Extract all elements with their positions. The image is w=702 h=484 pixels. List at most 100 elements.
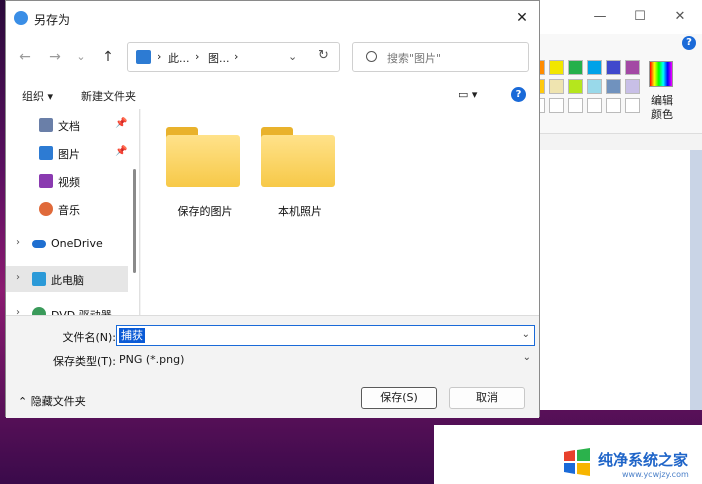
chevron-right-icon[interactable]: › xyxy=(16,307,20,315)
filename-value[interactable]: 捕获 xyxy=(119,328,145,343)
sidebar-item-label: 音乐 xyxy=(58,204,80,217)
color-swatch[interactable] xyxy=(587,98,602,113)
paint-canvas[interactable] xyxy=(530,150,690,410)
sidebar-item-label: 此电脑 xyxy=(51,274,84,287)
color-swatch[interactable] xyxy=(625,79,640,94)
command-toolbar: 组织 ▾ 新建文件夹 ▭ ▾ ? xyxy=(6,79,539,109)
color-swatch[interactable] xyxy=(587,60,602,75)
sidebar-item-onedrive[interactable]: › OneDrive xyxy=(6,231,128,257)
pictures-icon xyxy=(39,146,53,160)
color-swatch[interactable] xyxy=(606,79,621,94)
color-swatch[interactable] xyxy=(587,79,602,94)
address-bar[interactable]: › 此... › 图... › ⌄ ↻ xyxy=(127,42,340,72)
new-folder-button[interactable]: 新建文件夹 xyxy=(81,88,136,104)
filetype-select[interactable]: PNG (*.png) ⌄ xyxy=(116,349,535,370)
save-options-panel: 文件名(N): 捕获 ⌄ 保存类型(T): PNG (*.png) ⌄ ⌃ 隐藏… xyxy=(6,315,539,418)
chevron-down-icon[interactable]: ⌄ xyxy=(523,352,531,363)
sidebar-item-label: DVD 驱动器 (D: xyxy=(51,307,128,315)
color-swatch[interactable] xyxy=(625,98,640,113)
address-history-chevron-icon[interactable]: ⌄ xyxy=(288,50,297,63)
windows-logo-icon xyxy=(564,448,590,476)
search-input[interactable]: 搜索"图片" xyxy=(352,42,529,72)
pictures-folder-icon xyxy=(136,50,151,64)
dialog-titlebar: 另存为 ✕ xyxy=(6,1,539,35)
chevron-right-icon[interactable]: › xyxy=(16,272,20,283)
save-as-dialog: 另存为 ✕ ← → ⌄ ↑ › 此... › 图... › ⌄ ↻ 搜索"图片"… xyxy=(5,0,540,418)
color-swatch[interactable] xyxy=(568,60,583,75)
computer-icon xyxy=(32,272,46,286)
hide-folders-label: 隐藏文件夹 xyxy=(30,395,86,408)
color-swatch[interactable] xyxy=(625,60,640,75)
paint-ribbon: ? 编辑 颜色 xyxy=(530,34,702,134)
videos-icon xyxy=(39,174,53,188)
color-swatch[interactable] xyxy=(568,98,583,113)
folder-icon-body xyxy=(166,135,240,187)
folder-label: 本机照片 xyxy=(278,205,322,218)
color-swatch[interactable] xyxy=(606,60,621,75)
sidebar-scrollbar[interactable] xyxy=(133,169,136,273)
edit-colors-label-2[interactable]: 颜色 xyxy=(651,106,673,122)
pin-icon: 📌 xyxy=(115,146,128,157)
search-placeholder: 搜索"图片" xyxy=(387,52,442,65)
hide-folders-toggle[interactable]: ⌃ 隐藏文件夹 xyxy=(18,393,86,409)
filetype-value: PNG (*.png) xyxy=(119,353,185,366)
close-button[interactable]: ✕ xyxy=(670,8,690,26)
refresh-icon[interactable]: ↻ xyxy=(318,48,329,63)
maximize-button[interactable]: ☐ xyxy=(630,8,650,26)
recent-locations-icon[interactable]: ⌄ xyxy=(71,47,91,67)
folder-label: 保存的图片 xyxy=(177,205,233,218)
sidebar-item-label: 图片 xyxy=(58,148,80,161)
minimize-button[interactable]: — xyxy=(590,8,610,26)
paint-titlebar: — ☐ ✕ xyxy=(530,0,702,34)
dialog-title: 另存为 xyxy=(34,13,71,27)
sidebar-item-pictures[interactable]: 图片 📌 xyxy=(6,140,128,166)
sidebar-item-dvd-drive[interactable]: › DVD 驱动器 (D: xyxy=(6,301,128,315)
back-arrow-icon[interactable]: ← xyxy=(15,47,35,67)
watermark-text: 纯净系统之家 xyxy=(598,451,689,469)
sidebar-item-documents[interactable]: 文档 📌 xyxy=(6,112,128,138)
forward-arrow-icon[interactable]: → xyxy=(45,47,65,67)
color-swatch[interactable] xyxy=(606,98,621,113)
color-swatch[interactable] xyxy=(549,98,564,113)
filename-input[interactable]: 捕获 ⌄ xyxy=(116,325,535,346)
watermark-url: www.ycwjzy.com xyxy=(622,470,689,479)
breadcrumb-pictures[interactable]: 图... xyxy=(208,50,230,66)
sidebar-item-videos[interactable]: 视频 xyxy=(6,168,128,194)
filetype-label: 保存类型(T): xyxy=(52,355,116,368)
paint-help-icon[interactable]: ? xyxy=(682,36,696,50)
edit-colors-icon[interactable] xyxy=(649,61,673,87)
sidebar-item-this-pc[interactable]: › 此电脑 xyxy=(6,266,128,292)
up-arrow-icon[interactable]: ↑ xyxy=(98,47,118,67)
help-icon[interactable]: ? xyxy=(511,87,526,102)
sidebar-item-label: OneDrive xyxy=(51,237,103,250)
chevron-down-icon[interactable]: ⌄ xyxy=(522,329,530,340)
organize-button[interactable]: 组织 ▾ xyxy=(22,88,53,104)
address-separator: › xyxy=(195,50,200,63)
save-button[interactable]: 保存(S) xyxy=(361,387,437,409)
color-swatch[interactable] xyxy=(568,79,583,94)
view-options-icon[interactable]: ▭ ▾ xyxy=(458,88,477,101)
color-swatch[interactable] xyxy=(549,79,564,94)
color-swatch[interactable] xyxy=(549,60,564,75)
dvd-icon xyxy=(32,307,46,315)
paint-window: — ☐ ✕ ? 编辑 颜色 xyxy=(530,0,702,410)
cloud-icon xyxy=(32,240,46,248)
documents-icon xyxy=(39,118,53,132)
music-icon xyxy=(39,202,53,216)
folder-icon-body xyxy=(261,135,335,187)
close-icon[interactable]: ✕ xyxy=(511,9,533,27)
cancel-button[interactable]: 取消 xyxy=(449,387,525,409)
filename-label: 文件名(N): xyxy=(62,331,116,344)
navigation-bar: ← → ⌄ ↑ › 此... › 图... › ⌄ ↻ 搜索"图片" xyxy=(6,35,539,79)
address-separator: › xyxy=(157,50,162,63)
navigation-pane: 文档 📌 图片 📌 视频 音乐 › OneDrive › 此电脑 › xyxy=(6,109,140,315)
sidebar-item-label: 文档 xyxy=(58,120,80,133)
sidebar-item-music[interactable]: 音乐 xyxy=(6,196,128,222)
search-icon xyxy=(366,51,377,62)
address-separator: › xyxy=(234,50,239,63)
breadcrumb-this-pc[interactable]: 此... xyxy=(168,50,190,66)
chevron-up-icon: ⌃ xyxy=(18,395,28,408)
file-list: 保存的图片 本机照片 xyxy=(141,109,539,315)
pin-icon: 📌 xyxy=(115,118,128,129)
chevron-right-icon[interactable]: › xyxy=(16,237,20,248)
